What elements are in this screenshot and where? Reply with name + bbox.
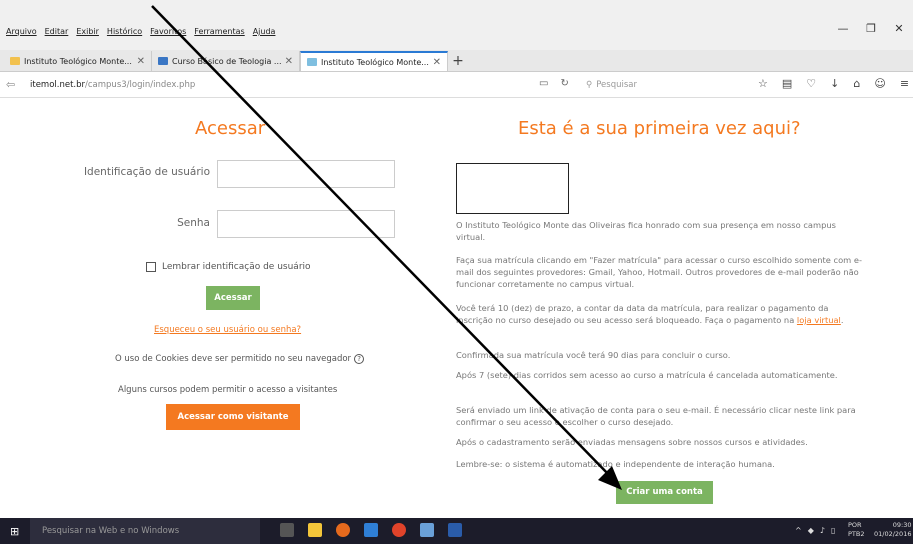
signup-paragraph-8: Lembre-se: o sistema é automatizado e in… — [456, 459, 775, 469]
firefox-icon[interactable] — [336, 523, 350, 537]
tab-1[interactable]: Instituto Teológico Monte... ✕ — [4, 51, 152, 71]
page-content: Acessar Identificação de usuário Senha L… — [0, 98, 913, 518]
menu-favoritos[interactable]: Favoritos — [150, 27, 186, 36]
search-placeholder: Pesquisar — [596, 80, 637, 90]
hamburger-menu-icon[interactable]: ≡ — [900, 77, 909, 90]
signup-heading: Esta é a sua primeira vez aqui? — [518, 118, 801, 139]
login-heading: Acessar — [195, 118, 266, 139]
signup-paragraph-3: Você terá 10 (dez) de prazo, a contar da… — [456, 302, 866, 326]
menu-arquivo[interactable]: Arquivo — [6, 27, 37, 36]
reader-view-icon[interactable]: ▭ — [539, 78, 548, 89]
network-icon[interactable]: ◆ — [808, 526, 814, 535]
close-tab-icon[interactable]: ✕ — [433, 57, 441, 68]
remember-row: Lembrar identificação de usuário — [146, 262, 311, 272]
toolbar-icons: ☆ ▤ ♡ ↓ ⌂ ☺ ≡ — [758, 77, 909, 90]
tab-title: Curso Básico de Teologia ... — [172, 56, 281, 66]
pocket-icon[interactable]: ♡ — [806, 77, 816, 90]
signup-paragraph-6: Será enviado um link de ativação de cont… — [456, 405, 856, 427]
browser-menubar: Arquivo Editar Exibir Histórico Favorito… — [0, 0, 913, 50]
reload-icon[interactable]: ↻ — [560, 78, 568, 89]
notifications-icon[interactable]: ▯ — [831, 526, 835, 535]
favicon-icon — [158, 57, 168, 65]
tab-3-active[interactable]: Instituto Teológico Monte... ✕ — [300, 51, 448, 71]
menu-exibir[interactable]: Exibir — [76, 27, 99, 36]
language-indicator[interactable]: POR PTB2 — [848, 521, 865, 539]
username-label: Identificação de usuário — [83, 166, 210, 178]
guest-access-text: Alguns cursos podem permitir o acesso a … — [118, 385, 338, 395]
forgot-password-link[interactable]: Esqueceu o seu usuário ou senha? — [154, 325, 301, 335]
username-input[interactable] — [217, 160, 395, 188]
app-icon[interactable] — [420, 523, 434, 537]
minimize-button[interactable]: — — [829, 22, 857, 35]
search-box[interactable]: ⚲ Pesquisar — [580, 77, 730, 93]
taskbar-apps — [280, 523, 462, 537]
download-icon[interactable]: ↓ — [830, 77, 839, 90]
url-path: /campus3/login/index.php — [85, 80, 196, 90]
lang-bottom: PTB2 — [848, 530, 865, 538]
menu-historico[interactable]: Histórico — [107, 27, 142, 36]
store-icon[interactable] — [364, 523, 378, 537]
maximize-button[interactable]: ❐ — [857, 22, 885, 35]
new-tab-button[interactable]: + — [448, 51, 468, 71]
tab-2[interactable]: Curso Básico de Teologia ... ✕ — [152, 51, 300, 71]
window-controls: — ❐ ✕ — [829, 22, 913, 35]
paragraph-3-text: Você terá 10 (dez) de prazo, a contar da… — [456, 303, 829, 325]
tray-chevron-icon[interactable]: ^ — [795, 526, 802, 535]
windows-taskbar: ⊞ Pesquisar na Web e no Windows ^ ◆ ♪ ▯ … — [0, 518, 913, 544]
signup-paragraph-4: Confirmada sua matrícula você terá 90 di… — [456, 350, 731, 360]
signup-paragraph-1: O Instituto Teológico Monte das Oliveira… — [456, 220, 836, 242]
tab-title: Instituto Teológico Monte... — [321, 57, 429, 67]
signup-paragraph-5: Após 7 (sete) dias corridos sem acesso a… — [456, 370, 838, 380]
library-icon[interactable]: ▤ — [782, 77, 792, 90]
clock-date: 01/02/2016 — [874, 530, 912, 538]
file-explorer-icon[interactable] — [308, 523, 322, 537]
favicon-icon — [307, 58, 317, 66]
taskbar-search[interactable]: Pesquisar na Web e no Windows — [30, 518, 260, 544]
windows-start-icon[interactable]: ⊞ — [10, 525, 19, 538]
logo-image-placeholder — [456, 163, 569, 214]
menu-ferramentas[interactable]: Ferramentas — [194, 27, 244, 36]
system-tray: ^ ◆ ♪ ▯ — [795, 526, 835, 535]
home-icon[interactable]: ⌂ — [853, 77, 860, 90]
paragraph-3-end: . — [840, 315, 844, 325]
tab-bar: Instituto Teológico Monte... ✕ Curso Bás… — [0, 50, 913, 72]
signup-paragraph-2: Faça sua matrícula clicando em "Fazer ma… — [456, 255, 862, 289]
close-tab-icon[interactable]: ✕ — [285, 56, 293, 67]
search-icon: ⚲ — [586, 80, 593, 90]
password-label: Senha — [177, 217, 210, 229]
lang-top: POR — [848, 521, 862, 529]
volume-icon[interactable]: ♪ — [820, 526, 825, 535]
signup-paragraph-7: Após o cadastramento serão enviadas mens… — [456, 437, 808, 447]
remember-label: Lembrar identificação de usuário — [162, 262, 311, 272]
task-view-icon[interactable] — [280, 523, 294, 537]
bookmark-star-icon[interactable]: ☆ — [758, 77, 768, 90]
word-icon[interactable] — [448, 523, 462, 537]
back-icon[interactable]: ⇦ — [6, 78, 15, 91]
guest-login-button[interactable]: Acessar como visitante — [166, 404, 300, 430]
address-bar[interactable]: itemol.net.br/campus3/login/index.php — [30, 80, 195, 90]
close-tab-icon[interactable]: ✕ — [137, 56, 145, 67]
clock[interactable]: 09:30 01/02/2016 — [874, 521, 911, 539]
favicon-icon — [10, 57, 20, 65]
address-actions: ▭ ↻ — [539, 78, 569, 89]
cookies-text: O uso de Cookies deve ser permitido no s… — [115, 354, 352, 364]
create-account-button[interactable]: Criar uma conta — [616, 481, 713, 504]
menu-list: Arquivo Editar Exibir Histórico Favorito… — [6, 27, 275, 36]
virtual-store-link[interactable]: loja virtual — [797, 315, 841, 325]
url-host: itemol.net.br — [30, 80, 86, 90]
menu-ajuda[interactable]: Ajuda — [253, 27, 276, 36]
close-window-button[interactable]: ✕ — [885, 22, 913, 35]
tab-title: Instituto Teológico Monte... — [24, 56, 132, 66]
menu-editar[interactable]: Editar — [45, 27, 69, 36]
account-icon[interactable]: ☺ — [874, 77, 885, 90]
clock-time: 09:30 — [892, 521, 912, 529]
remember-checkbox[interactable] — [146, 262, 156, 272]
password-input[interactable] — [217, 210, 395, 238]
chrome-icon[interactable] — [392, 523, 406, 537]
login-button[interactable]: Acessar — [206, 286, 260, 310]
help-icon[interactable]: ? — [354, 354, 365, 364]
cookies-notice: O uso de Cookies deve ser permitido no s… — [115, 354, 365, 364]
navigation-bar: ⇦ itemol.net.br/campus3/login/index.php … — [0, 72, 913, 98]
